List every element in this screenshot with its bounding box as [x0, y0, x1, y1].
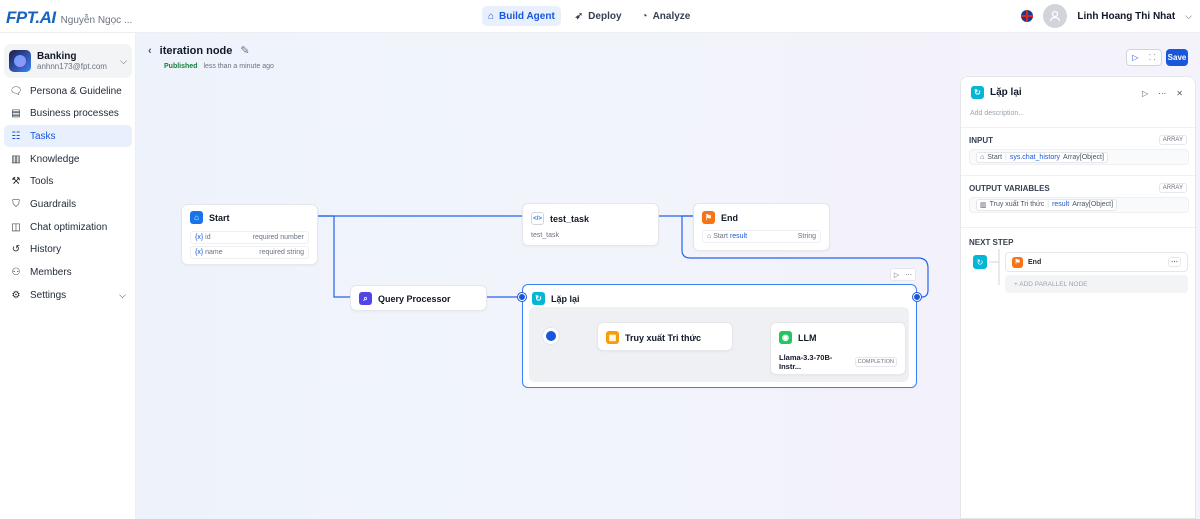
query-icon: ⌕ [359, 292, 372, 305]
next-step-label: NEXT STEP [969, 238, 1014, 247]
home-icon: ⌂ [190, 211, 203, 224]
more-icon[interactable]: ⋯ [1158, 89, 1166, 98]
output-variable-field[interactable]: ▥ Truy xuất Tri thức | result Array[Object] [969, 197, 1189, 213]
input-section-label: INPUT [969, 136, 993, 145]
add-parallel-node-button[interactable]: + ADD PARALLEL NODE [1005, 275, 1188, 293]
node-loop-header: ↻ Lặp lại [532, 292, 907, 305]
llm-icon: ◉ [779, 331, 792, 344]
node-retrieve-knowledge[interactable]: ▦ Truy xuất Tri thức [597, 322, 733, 351]
home-icon: ⌂ [980, 153, 985, 161]
next-step-source-icon: ↻ [973, 255, 987, 269]
variable-icon: {x} [195, 249, 204, 256]
loop-start-icon[interactable] [542, 327, 560, 345]
divider [961, 227, 1195, 228]
panel-controls: ▷ ⋯ ✕ [1142, 89, 1183, 98]
node-llm[interactable]: ◉ LLM Llama-3.3-70B-Instr... COMPLETION [770, 322, 906, 375]
play-icon: ▷ [893, 271, 900, 279]
node-loop-controls[interactable]: ▷ ⋯ [890, 268, 916, 281]
panel-header: ↻ Lặp lại [971, 86, 1022, 99]
divider [961, 127, 1195, 128]
flag-icon: ⚑ [1012, 256, 1023, 268]
node-retrieve-header: ▦ Truy xuất Tri thức [606, 331, 724, 344]
loop-icon: ↻ [971, 86, 984, 99]
database-icon: ▦ [606, 331, 619, 344]
node-query-header: ⌕ Query Processor [359, 292, 478, 305]
play-icon[interactable]: ▷ [1142, 89, 1148, 98]
edge-handle[interactable] [913, 293, 921, 301]
node-start-header: ⌂ Start [190, 211, 309, 224]
home-icon: ⌂ [707, 233, 712, 240]
node-start[interactable]: ⌂ Start {x} id required number {x} name req… [181, 204, 318, 265]
llm-model-row: Llama-3.3-70B-Instr... COMPLETION [779, 353, 897, 371]
node-config-panel: ↻ Lặp lại ▷ ⋯ ✕ Add description... INPUT … [960, 76, 1196, 519]
node-llm-header: ◉ LLM [779, 331, 897, 344]
node-test-task-header: </> test_task [531, 212, 650, 225]
node-end[interactable]: ⚑ End ⌂ Start result String [693, 203, 830, 251]
description-input[interactable]: Add description... [970, 110, 1024, 117]
start-var-row: {x} name required string [190, 246, 309, 259]
code-icon: </> [531, 212, 544, 225]
edge-handle[interactable] [518, 293, 526, 301]
input-type-tag: ARRAY [1158, 135, 1187, 145]
node-query-processor[interactable]: ⌕ Query Processor [350, 285, 487, 311]
output-type-tag: ARRAY [1158, 183, 1187, 193]
end-output-row: ⌂ Start result String [702, 230, 821, 243]
more-icon[interactable]: ⋯ [1168, 257, 1181, 267]
input-variable-field[interactable]: ⌂ Start | sys.chat_history Array[Object] [969, 149, 1189, 165]
divider [961, 175, 1195, 176]
variable-icon: {x} [195, 234, 204, 241]
next-step-node[interactable]: ⚑ End ⋯ [1005, 252, 1188, 272]
more-icon: ⋯ [905, 271, 913, 279]
input-variable-chip: ⌂ Start | sys.chat_history Array[Object] [976, 151, 1108, 163]
output-variable-chip: ▥ Truy xuất Tri thức | result Array[Object] [976, 199, 1118, 211]
node-end-header: ⚑ End [702, 211, 821, 224]
loop-icon: ↻ [532, 292, 545, 305]
start-var-row: {x} id required number [190, 231, 309, 244]
output-section-label: OUTPUT VARIABLES [969, 184, 1050, 193]
next-step-connector [989, 249, 1000, 285]
database-icon: ▥ [980, 202, 987, 209]
node-test-task-subtitle: test_task [531, 232, 560, 239]
flag-icon: ⚑ [702, 211, 715, 224]
close-icon[interactable]: ✕ [1176, 89, 1183, 98]
node-test-task[interactable]: </> test_task test_task [522, 203, 659, 246]
